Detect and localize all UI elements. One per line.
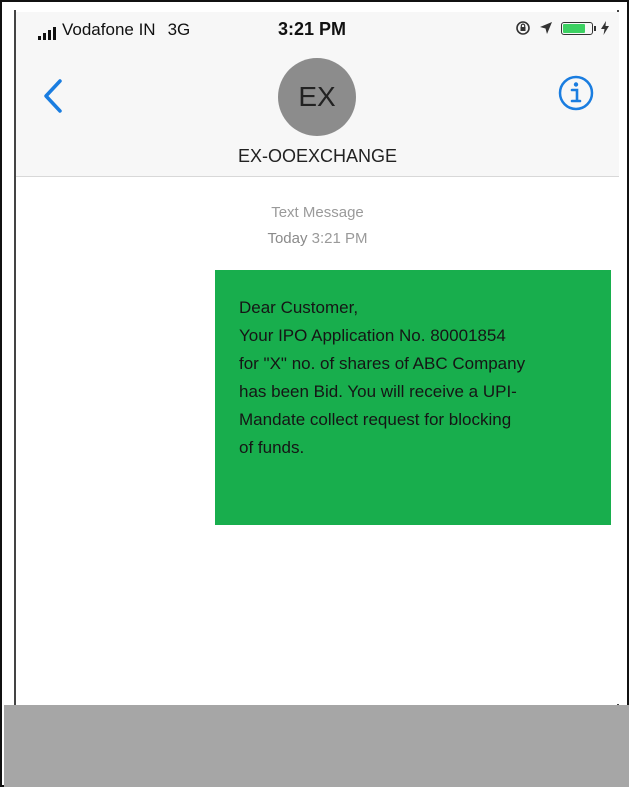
message-line: Mandate collect request for blocking <box>239 410 512 429</box>
conversation-header: EX EX-OOEXCHANGE <box>16 46 619 177</box>
timestamp-time: 3:21 PM <box>311 230 368 247</box>
avatar[interactable]: EX <box>278 58 356 136</box>
chevron-left-icon <box>44 79 62 113</box>
carrier-name: Vodafone IN <box>62 20 156 39</box>
message-line: for "X" no. of shares of ABC Company <box>239 354 526 373</box>
contact-name[interactable]: EX-OOEXCHANGE <box>16 146 619 167</box>
message-line: Dear Customer, <box>239 298 359 317</box>
info-icon <box>558 75 594 111</box>
battery-icon <box>561 21 596 35</box>
network-type: 3G <box>167 20 191 39</box>
message-type-label: Text Message <box>271 204 364 221</box>
status-left: Vodafone IN 3G <box>38 20 190 40</box>
phone-screen: Vodafone IN 3G 3:21 PM EX EX-OOEXCHANGE … <box>16 12 619 704</box>
status-bar: Vodafone IN 3G 3:21 PM <box>16 12 619 46</box>
message-line: Your IPO Application No. 80001854 <box>239 326 506 345</box>
location-arrow-icon <box>540 22 552 34</box>
info-button[interactable] <box>556 73 596 113</box>
signal-strength-icon <box>38 26 56 40</box>
screenshot-frame: Vodafone IN 3G 3:21 PM EX EX-OOEXCHANGE … <box>0 0 629 787</box>
status-time: 3:21 PM <box>278 19 347 39</box>
rotation-lock-icon <box>516 21 530 35</box>
avatar-initials: EX <box>298 81 336 112</box>
status-right <box>515 20 609 36</box>
bottom-gray-bar <box>4 705 629 787</box>
timestamp-day: Today <box>267 230 308 247</box>
message-line: has been Bid. You will receive a UPI- <box>239 382 517 401</box>
message-timestamp: Today 3:21 PM <box>16 230 619 247</box>
message-line: of funds. <box>239 438 305 457</box>
charging-bolt-icon <box>601 21 609 35</box>
back-button[interactable] <box>38 76 68 116</box>
message-bubble[interactable]: Dear Customer, Your IPO Application No. … <box>215 270 611 525</box>
